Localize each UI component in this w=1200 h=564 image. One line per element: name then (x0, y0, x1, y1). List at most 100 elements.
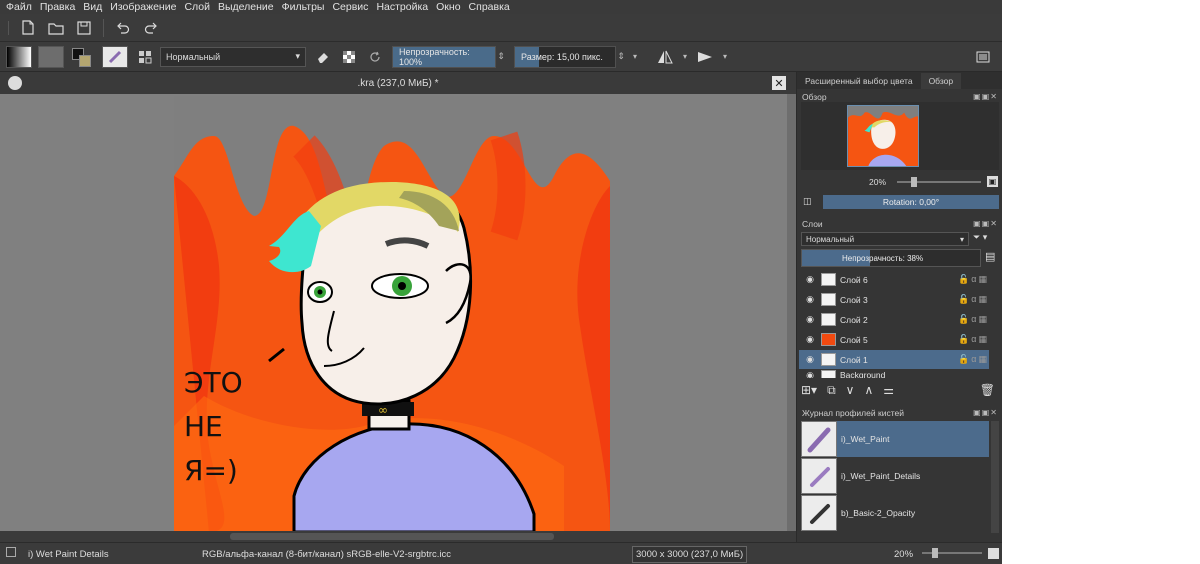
layer-settings-icon[interactable]: ⚌ (883, 383, 894, 397)
menu-file[interactable]: Файл (6, 1, 32, 13)
save-icon[interactable] (73, 17, 95, 39)
layer-lock-alpha-icons[interactable]: 🔓α▦ (958, 294, 989, 305)
overview-rotation-row: ◫ Rotation: 0,00° (797, 194, 1002, 210)
pattern-selector[interactable] (38, 45, 64, 68)
brush-history-scrollbar[interactable] (991, 421, 999, 533)
layer-filter-icon[interactable]: ⏷ ▾ (973, 232, 999, 246)
add-layer-icon[interactable]: ⊞▾ (801, 383, 817, 397)
brush-name: b)_Basic-2_Opacity (841, 508, 916, 518)
mirror-vertical-icon[interactable] (694, 46, 716, 68)
move-layer-down-icon[interactable]: ∨ (846, 383, 855, 397)
toolbar-settings-icon[interactable] (972, 46, 994, 68)
overview-thumbnail[interactable] (847, 105, 919, 167)
menu-view[interactable]: Вид (83, 1, 102, 13)
painting-text-line2: НЕ (184, 410, 223, 443)
menu-help[interactable]: Справка (469, 1, 510, 13)
painting-canvas[interactable]: ∞ ЭТО НЕ Я=) (174, 96, 610, 532)
layers-opacity-slider[interactable]: Непрозрачность: 38% (801, 249, 981, 267)
tab-overview[interactable]: Обзор (920, 73, 962, 89)
overview-panel-buttons[interactable]: ▣▣✕ (973, 92, 998, 101)
layer-thumbnail (821, 353, 836, 366)
layer-row[interactable]: ◉ Background (799, 370, 989, 378)
mirror-view-icon[interactable]: ◫ (803, 196, 815, 208)
eye-icon[interactable]: ◉ (803, 354, 817, 365)
layer-lock-alpha-icons[interactable]: 🔓α▦ (958, 314, 989, 325)
status-zoom-fit-icon[interactable] (988, 548, 999, 559)
preserve-alpha-icon[interactable] (338, 46, 360, 68)
eye-icon[interactable]: ◉ (803, 334, 817, 345)
redo-icon[interactable] (140, 17, 162, 39)
overview-preview[interactable] (801, 102, 999, 170)
rotation-slider[interactable]: Rotation: 0,00° (823, 195, 999, 209)
brush-history-item[interactable]: b)_Basic-2_Opacity (801, 495, 989, 531)
layer-row[interactable]: ◉ Слой 3 🔓α▦ (799, 290, 989, 309)
eye-icon[interactable]: ◉ (803, 274, 817, 285)
close-document-button[interactable]: ✕ (772, 76, 786, 90)
menu-layer[interactable]: Слой (184, 1, 210, 13)
menu-settings[interactable]: Настройка (376, 1, 428, 13)
size-spin-icon[interactable]: ⇕ (616, 46, 626, 68)
status-dimensions[interactable]: 3000 x 3000 (237,0 МиБ) (632, 546, 748, 563)
eye-icon[interactable]: ◉ (803, 370, 817, 378)
vertical-scrollbar[interactable] (787, 94, 796, 531)
layer-properties-icon[interactable]: ▤ (985, 250, 999, 266)
status-zoom-handle[interactable] (932, 548, 938, 558)
brush-history-item[interactable]: i)_Wet_Paint (801, 421, 989, 457)
horizontal-scrollbar-thumb[interactable] (230, 533, 554, 540)
gradient-selector[interactable] (6, 45, 32, 68)
menu-image[interactable]: Изображение (110, 1, 176, 13)
opacity-slider[interactable]: Непрозрачность: 100% (392, 45, 496, 68)
status-bar: i) Wet Paint Details RGB/альфа-канал (8-… (0, 542, 1002, 564)
layer-row[interactable]: ◉ Слой 2 🔓α▦ (799, 310, 989, 329)
mirror-horizontal-dropdown-icon[interactable]: ▾ (680, 46, 690, 68)
layer-row[interactable]: ◉ Слой 6 🔓α▦ (799, 270, 989, 289)
delete-layer-icon[interactable]: 🗑 (980, 383, 995, 397)
document-tab[interactable]: .kra (237,0 МиБ) * ✕ (0, 72, 796, 94)
eye-icon[interactable]: ◉ (803, 314, 817, 325)
reload-preset-icon[interactable] (364, 46, 386, 68)
layer-row[interactable]: ◉ Слой 5 🔓α▦ (799, 330, 989, 349)
eye-icon[interactable]: ◉ (803, 294, 817, 305)
brush-preset-button[interactable] (102, 45, 128, 68)
eraser-icon[interactable] (312, 46, 334, 68)
menu-window[interactable]: Окно (436, 1, 460, 13)
new-document-icon[interactable] (17, 17, 39, 39)
brush-settings-icon[interactable] (134, 46, 156, 68)
undo-icon[interactable] (112, 17, 134, 39)
menu-edit[interactable]: Правка (40, 1, 75, 13)
size-dropdown-icon[interactable]: ▾ (630, 46, 640, 68)
move-layer-up-icon[interactable]: ∧ (864, 383, 873, 397)
overview-zoom-handle[interactable] (911, 177, 917, 187)
menu-filters[interactable]: Фильтры (282, 1, 325, 13)
layers-panel-buttons[interactable]: ▣▣✕ (973, 219, 998, 228)
right-dock: Расширенный выбор цвета Обзор Обзор ▣▣✕ … (796, 72, 1002, 542)
blend-mode-value: Нормальный (166, 51, 221, 62)
tab-advanced-color-selector[interactable]: Расширенный выбор цвета (797, 73, 921, 89)
layer-lock-alpha-icons[interactable]: 🔓α▦ (958, 334, 989, 345)
open-folder-icon[interactable] (45, 17, 67, 39)
layer-lock-alpha-icons[interactable]: 🔓α▦ (958, 354, 989, 365)
foreground-background-colors[interactable] (70, 46, 96, 68)
layer-thumbnail (821, 333, 836, 346)
status-color-space: RGB/альфа-канал (8-бит/канал) sRGB-elle-… (202, 549, 452, 560)
background-color[interactable] (79, 54, 91, 67)
status-zoom-slider[interactable] (922, 552, 982, 554)
horizontal-scrollbar[interactable] (0, 531, 796, 542)
layer-lock-alpha-icons[interactable]: 🔓α▦ (958, 274, 989, 285)
blend-mode-select[interactable]: Нормальный ▾ (160, 46, 306, 67)
layers-blend-mode-select[interactable]: Нормальный ▾ (801, 232, 969, 246)
brush-history-item[interactable]: i)_Wet_Paint_Details (801, 458, 989, 494)
mirror-horizontal-icon[interactable] (654, 46, 676, 68)
layer-name: Слой 6 (840, 274, 868, 285)
opacity-spin-icon[interactable]: ⇕ (496, 46, 506, 68)
menu-tools[interactable]: Сервис (332, 1, 368, 13)
menu-select[interactable]: Выделение (218, 1, 274, 13)
brush-history-buttons[interactable]: ▣▣✕ (973, 408, 998, 417)
size-slider[interactable]: Размер: 15,00 пикс. (514, 45, 616, 68)
mirror-vertical-dropdown-icon[interactable]: ▾ (720, 46, 730, 68)
canvas-area[interactable]: .kra (237,0 МиБ) * ✕ ∞ ЭТО НЕ Я=) (0, 72, 796, 542)
overview-zoom-slider[interactable] (897, 177, 981, 187)
zoom-to-fit-icon[interactable]: ▣ (987, 176, 998, 187)
layer-row-selected[interactable]: ◉ Слой 1 🔓α▦ (799, 350, 989, 369)
duplicate-layer-icon[interactable]: ⧉ (827, 383, 836, 398)
